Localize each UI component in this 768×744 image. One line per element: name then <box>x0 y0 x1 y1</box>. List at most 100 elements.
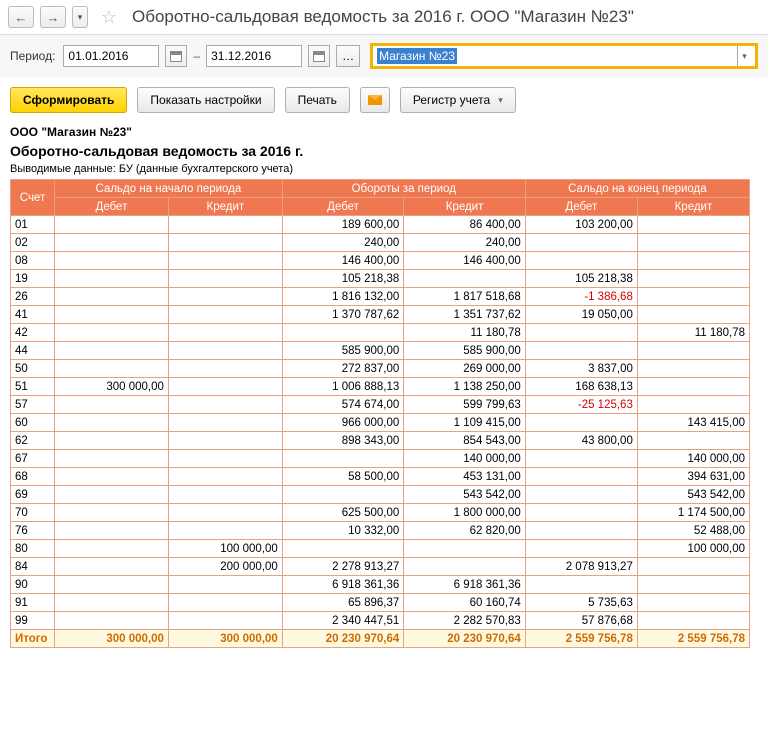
table-cell <box>168 468 282 486</box>
table-cell <box>637 576 749 594</box>
table-row[interactable]: 08146 400,00146 400,00 <box>11 252 750 270</box>
period-from-calendar-button[interactable] <box>165 45 187 67</box>
period-from-input[interactable] <box>63 45 159 67</box>
table-cell: 62 <box>11 432 55 450</box>
table-row[interactable]: 261 816 132,001 817 518,68-1 386,68 <box>11 288 750 306</box>
table-cell: 140 000,00 <box>404 450 525 468</box>
table-cell <box>55 342 169 360</box>
table-row[interactable]: 70625 500,001 800 000,001 174 500,00 <box>11 504 750 522</box>
table-row[interactable]: 19105 218,38105 218,38 <box>11 270 750 288</box>
table-row[interactable]: 7610 332,0062 820,0052 488,00 <box>11 522 750 540</box>
favorite-star-icon[interactable]: ☆ <box>98 6 120 28</box>
nav-dropdown-button[interactable]: ▾ <box>72 6 88 28</box>
table-cell <box>637 594 749 612</box>
table-cell: 585 900,00 <box>404 342 525 360</box>
table-cell <box>55 234 169 252</box>
table-cell: 57 876,68 <box>525 612 637 630</box>
table-row-total: Итого300 000,00300 000,0020 230 970,6420… <box>11 630 750 648</box>
table-cell <box>282 324 403 342</box>
table-cell <box>55 414 169 432</box>
table-cell: 543 542,00 <box>404 486 525 504</box>
register-button[interactable]: Регистр учета ▾ <box>400 87 516 113</box>
table-row[interactable]: 411 370 787,621 351 737,6219 050,00 <box>11 306 750 324</box>
email-button[interactable] <box>360 87 390 113</box>
table-row[interactable]: 992 340 447,512 282 570,8357 876,68 <box>11 612 750 630</box>
period-to-calendar-button[interactable] <box>308 45 330 67</box>
table-cell: 6 918 361,36 <box>282 576 403 594</box>
nav-back-button[interactable]: ← <box>8 6 34 28</box>
table-row[interactable]: 80100 000,00100 000,00 <box>11 540 750 558</box>
table-cell: 1 800 000,00 <box>404 504 525 522</box>
report-title: Оборотно-сальдовая ведомость за 2016 г. <box>10 143 758 159</box>
table-cell: 453 131,00 <box>404 468 525 486</box>
table-cell <box>168 414 282 432</box>
table-cell <box>168 378 282 396</box>
table-cell <box>525 414 637 432</box>
table-row[interactable]: 69543 542,00543 542,00 <box>11 486 750 504</box>
table-cell: 90 <box>11 576 55 594</box>
table-cell <box>55 468 169 486</box>
col-opening-credit: Кредит <box>168 198 282 216</box>
table-cell: 240,00 <box>282 234 403 252</box>
table-cell: 168 638,13 <box>525 378 637 396</box>
table-row[interactable]: 4211 180,7811 180,78 <box>11 324 750 342</box>
table-cell <box>404 540 525 558</box>
table-cell <box>168 450 282 468</box>
table-row[interactable]: 67140 000,00140 000,00 <box>11 450 750 468</box>
table-cell <box>525 486 637 504</box>
table-cell <box>168 396 282 414</box>
table-cell: 80 <box>11 540 55 558</box>
table-cell: 5 735,63 <box>525 594 637 612</box>
table-cell: 1 138 250,00 <box>404 378 525 396</box>
table-row[interactable]: 906 918 361,366 918 361,36 <box>11 576 750 594</box>
form-report-button[interactable]: Сформировать <box>10 87 127 113</box>
table-cell: 105 218,38 <box>525 270 637 288</box>
calendar-icon <box>170 51 182 62</box>
table-row[interactable]: 6858 500,00453 131,00394 631,00 <box>11 468 750 486</box>
show-settings-button[interactable]: Показать настройки <box>137 87 274 113</box>
col-group-opening: Сальдо на начало периода <box>55 180 283 198</box>
table-row[interactable]: 9165 896,3760 160,745 735,63 <box>11 594 750 612</box>
period-dash: – <box>193 49 200 63</box>
table-cell: 574 674,00 <box>282 396 403 414</box>
table-cell: 20 230 970,64 <box>404 630 525 648</box>
table-cell <box>637 216 749 234</box>
table-cell <box>525 540 637 558</box>
table-row[interactable]: 51300 000,001 006 888,131 138 250,00168 … <box>11 378 750 396</box>
calendar-icon <box>313 51 325 62</box>
report-subtitle: Выводимые данные: БУ (данные бухгалтерск… <box>10 163 758 175</box>
organization-dropdown-icon[interactable]: ▾ <box>737 45 751 67</box>
print-button[interactable]: Печать <box>285 87 350 113</box>
col-account: Счет <box>11 180 55 216</box>
nav-forward-button[interactable]: → <box>40 6 66 28</box>
table-cell <box>637 378 749 396</box>
table-cell: 02 <box>11 234 55 252</box>
period-to-input[interactable] <box>206 45 302 67</box>
table-cell: 67 <box>11 450 55 468</box>
table-cell: 2 559 756,78 <box>637 630 749 648</box>
table-row[interactable]: 44585 900,00585 900,00 <box>11 342 750 360</box>
table-cell <box>55 324 169 342</box>
table-cell <box>525 324 637 342</box>
table-cell: 1 351 737,62 <box>404 306 525 324</box>
table-row[interactable]: 62898 343,00854 543,0043 800,00 <box>11 432 750 450</box>
table-row[interactable]: 57574 674,00599 799,63-25 125,63 <box>11 396 750 414</box>
table-row[interactable]: 01189 600,0086 400,00103 200,00 <box>11 216 750 234</box>
table-cell: 146 400,00 <box>404 252 525 270</box>
table-row[interactable]: 60966 000,001 109 415,00143 415,00 <box>11 414 750 432</box>
table-cell <box>168 522 282 540</box>
report-organization: ООО "Магазин №23" <box>10 125 758 139</box>
organization-field[interactable]: Магазин №23 ▾ <box>370 43 758 69</box>
table-row[interactable]: 50272 837,00269 000,003 837,00 <box>11 360 750 378</box>
table-cell: 11 180,78 <box>404 324 525 342</box>
table-row[interactable]: 02240,00240,00 <box>11 234 750 252</box>
table-cell <box>637 252 749 270</box>
table-cell: 1 109 415,00 <box>404 414 525 432</box>
table-row[interactable]: 84200 000,002 278 913,272 078 913,27 <box>11 558 750 576</box>
table-cell: 65 896,37 <box>282 594 403 612</box>
table-cell: 394 631,00 <box>637 468 749 486</box>
table-cell <box>637 288 749 306</box>
period-picker-button[interactable]: … <box>336 45 360 67</box>
table-cell <box>525 234 637 252</box>
table-cell: 52 488,00 <box>637 522 749 540</box>
